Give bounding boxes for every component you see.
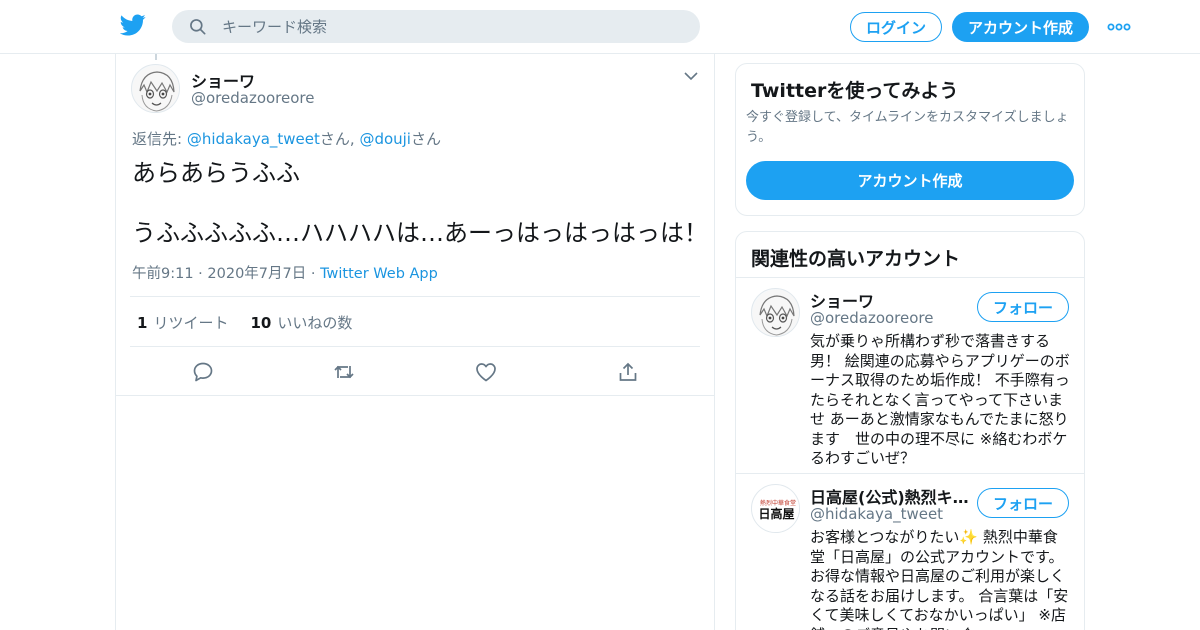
like-stat[interactable]: 10 いいねの数 [250,312,352,333]
divider [130,296,700,297]
tweet-source[interactable]: Twitter Web App [320,266,438,282]
login-button[interactable]: ログイン [850,12,942,42]
tweet-metadata: 午前9:11 · 2020年7月7日 · Twitter Web App [132,262,438,283]
signup-card: Twitterを使ってみよう 今すぐ登録して、タイムラインをカスタマイズしましょ… [735,63,1085,216]
retweet-stat[interactable]: 1 リツイート [137,312,228,333]
follow-button[interactable]: フォロー [977,292,1069,322]
tweet-time[interactable]: 午前9:11 [132,266,194,282]
reply-mention-douji[interactable]: @douji [359,130,411,148]
tweet-actions-bar [116,347,714,396]
share-icon[interactable] [616,360,640,384]
signup-card-button[interactable]: アカウント作成 [746,161,1074,200]
more-options-icon[interactable] [1107,18,1131,36]
hidakaya-logo-subtext: 熱烈中華食堂 [760,499,796,507]
top-navigation-bar: ログイン アカウント作成 [0,0,1200,54]
reply-prefix: 返信先: [132,130,187,148]
like-stat-label: いいねの数 [277,314,353,332]
search-input[interactable] [222,10,682,43]
signup-card-description: 今すぐ登録して、タイムラインをカスタマイズしましょう。 [746,110,1069,145]
retweet-stat-label: リツイート [153,314,229,332]
related-account-handle[interactable]: @hidakaya_tweet [810,505,943,523]
reply-suffix-2: さん [410,130,441,148]
tweet-text: あらあらうふふ うふふふふふ…ハハハハは…あーっはっはっはっは！ [132,159,708,247]
chevron-down-icon[interactable] [683,70,699,82]
related-accounts-card: 関連性の高いアカウント ショーワ @oredazooreore フォロー 気が乗… [735,231,1085,630]
tweet-date[interactable]: 2020年7月7日 [207,266,306,282]
retweet-icon[interactable] [332,360,356,384]
related-account-avatar[interactable] [751,288,800,337]
reply-mention-hidakaya[interactable]: @hidakaya_tweet [187,130,320,148]
reply-suffix-1: さん, [319,130,360,148]
tweet-detail-column: ショーワ @oredazooreore 返信先: @hidakaya_tweet… [115,54,715,630]
tweet-stats: 1 リツイート 10 いいねの数 [137,312,352,333]
follow-button[interactable]: フォロー [977,488,1069,518]
related-account-avatar[interactable]: 熱烈中華食堂 日高屋 [751,484,800,533]
retweet-count: 1 [137,314,148,332]
related-accounts-title: 関連性の高いアカウント [751,248,961,270]
related-account-item[interactable]: ショーワ @oredazooreore フォロー 気が乗りゃ所構わず秒で落書きす… [736,278,1084,474]
anime-sketch-avatar-icon [752,289,799,336]
reply-to-line: 返信先: @hidakaya_tweetさん, @doujiさん [132,128,441,149]
signup-card-title: Twitterを使ってみよう [751,80,959,102]
related-account-handle[interactable]: @oredazooreore [810,309,934,327]
hidakaya-logo-icon: 熱烈中華食堂 日高屋 [752,485,799,532]
author-handle[interactable]: @oredazooreore [191,89,315,107]
anime-sketch-avatar-icon [132,65,179,112]
meta-separator: · [198,266,208,282]
signup-button[interactable]: アカウント作成 [952,12,1089,42]
author-avatar[interactable] [131,64,180,113]
like-heart-icon[interactable] [474,360,498,384]
related-account-bio: 気が乗りゃ所構わず秒で落書きする男！ 絵関連の応募やらアプリゲーのボーナス取得の… [810,332,1070,467]
reply-icon[interactable] [191,360,215,384]
thread-connector-line [155,54,157,60]
related-account-item[interactable]: 熱烈中華食堂 日高屋 日高屋(公式)熱烈キャ… @hidakaya_tweet … [736,474,1084,630]
search-bar[interactable] [172,10,700,43]
related-account-bio: お客様とつながりたい✨ 熱烈中華食堂「日高屋」の公式アカウントです。お得な情報や… [810,528,1069,630]
hidakaya-logo-text: 日高屋 [758,506,794,521]
search-icon [190,19,206,35]
twitter-bird-logo-icon[interactable] [120,12,146,38]
meta-separator: · [310,266,321,282]
like-count: 10 [250,314,272,332]
